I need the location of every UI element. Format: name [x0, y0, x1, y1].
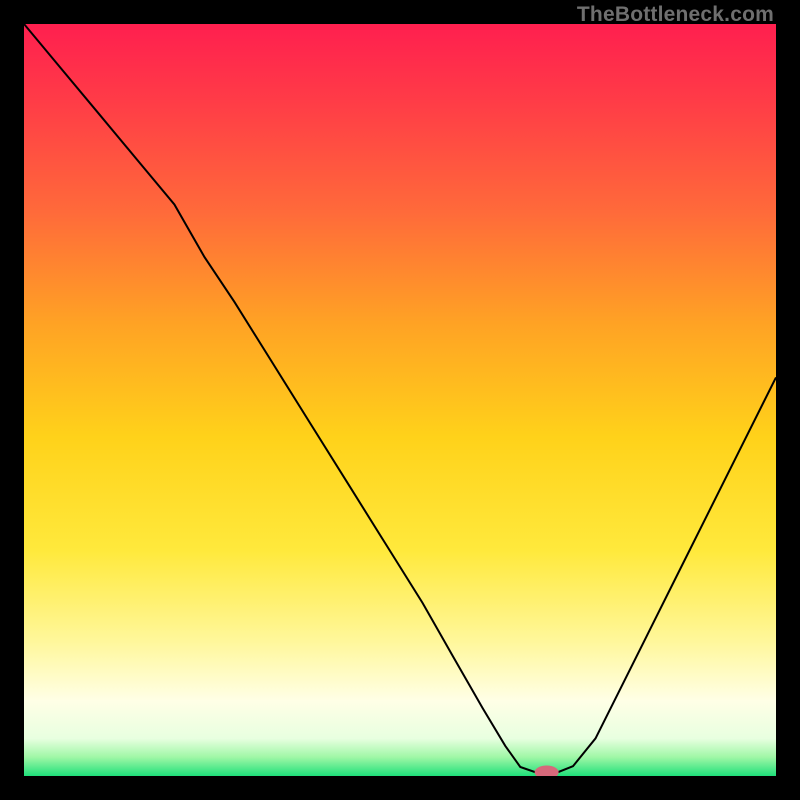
- chart-stage: TheBottleneck.com: [0, 0, 800, 800]
- plot-area: [24, 24, 776, 776]
- optimal-marker: [535, 765, 559, 776]
- chart-svg: [24, 24, 776, 776]
- bottleneck-curve: [24, 24, 776, 772]
